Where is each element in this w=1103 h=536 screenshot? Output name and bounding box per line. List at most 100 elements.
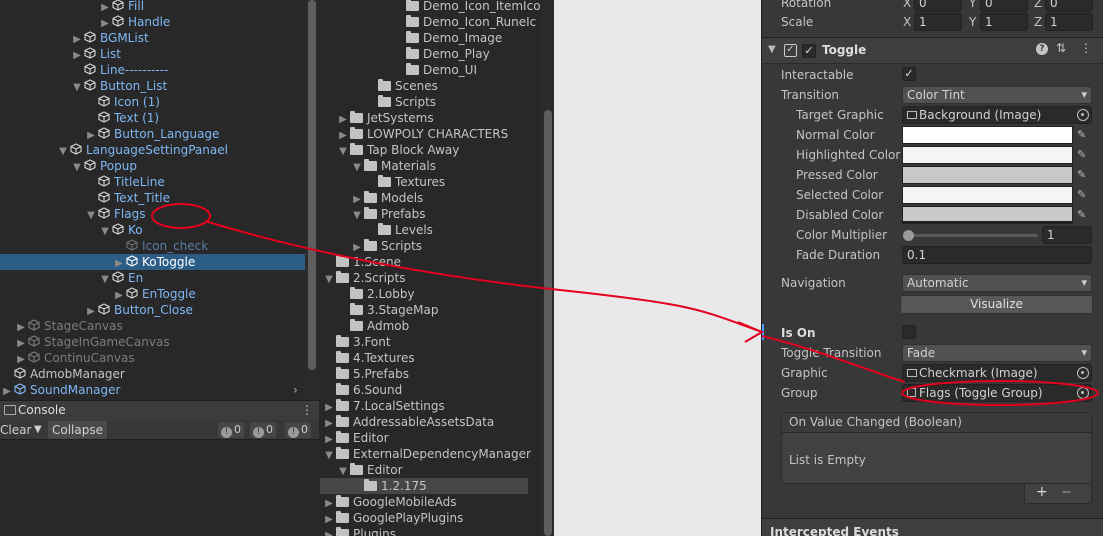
project-folder-item[interactable]: 6.Sound (320, 382, 402, 398)
selected-color-swatch[interactable] (902, 186, 1073, 204)
project-folder-item[interactable]: ▶ Scripts (320, 238, 422, 254)
prefab-open-chevron-icon[interactable]: › (293, 382, 298, 398)
object-picker-icon[interactable] (1077, 387, 1089, 399)
normal-color-swatch[interactable] (902, 126, 1073, 144)
hierarchy-item[interactable]: ▶ List (0, 46, 121, 62)
rotation-x-field[interactable]: 0 (914, 0, 962, 12)
project-folder-item[interactable]: ▶ GooglePlayPlugins (320, 510, 463, 526)
project-folder-item[interactable]: 2.Lobby (320, 286, 415, 302)
hierarchy-item[interactable]: ▶ SoundManager › (0, 382, 298, 398)
preset-icon[interactable]: ⇅ (1056, 41, 1066, 55)
group-field[interactable]: Flags (Toggle Group) (902, 384, 1092, 402)
project-folder-item[interactable]: Admob (320, 318, 409, 334)
color-multiplier-slider-handle[interactable] (903, 230, 914, 241)
highlighted-color-swatch[interactable] (902, 146, 1073, 164)
hierarchy-item[interactable]: ▼ LanguageSettingPanael (0, 142, 228, 158)
project-folder-item[interactable]: ▼ 2.Scripts (320, 270, 406, 286)
hierarchy-item[interactable]: ▶ StageCanvas (0, 318, 123, 334)
hierarchy-item[interactable]: ▶ Button_Language (0, 126, 219, 142)
hierarchy-item[interactable]: Icon (1) (0, 94, 160, 110)
hierarchy-item[interactable]: ▶ Button_Close (0, 302, 193, 318)
rotation-z-field[interactable]: 0 (1045, 0, 1093, 12)
eyedropper-icon[interactable]: ✎ (1077, 148, 1091, 162)
toggle-transition-dropdown[interactable]: Fade (902, 344, 1092, 362)
project-folder-item[interactable]: Scripts (320, 94, 436, 110)
project-folder-item[interactable]: ▼ Tap Block Away (320, 142, 459, 158)
clear-button[interactable]: Clear (0, 421, 31, 439)
navigation-dropdown[interactable]: Automatic (902, 274, 1092, 292)
rotation-y-field[interactable]: 0 (980, 0, 1028, 12)
disabled-color-swatch[interactable] (902, 206, 1073, 224)
hierarchy-item[interactable]: Text_Title (0, 190, 170, 206)
fade-duration-field[interactable]: 0.1 (902, 246, 1092, 264)
project-folder-item[interactable]: 5.Prefabs (320, 366, 409, 382)
intercepted-events-header[interactable]: Intercepted Events (762, 519, 1103, 536)
collapse-arrow-icon[interactable]: ▶ (0, 384, 14, 398)
eyedropper-icon[interactable]: ✎ (1077, 168, 1091, 182)
hierarchy-item[interactable]: ▶ StageInGameCanvas (0, 334, 169, 350)
console-menu-icon[interactable]: ⋮ (301, 403, 313, 417)
project-folder-item[interactable]: 1.Scene (320, 254, 401, 270)
clear-options-dropdown-icon[interactable]: ▼ (34, 421, 42, 439)
hierarchy-item[interactable]: Text (1) (0, 110, 159, 126)
menu-icon[interactable]: ⋮ (1080, 41, 1092, 55)
log-count-badge[interactable]: ! 0 (218, 422, 244, 438)
component-enabled-checkbox[interactable]: ✓ (802, 44, 816, 58)
project-folder-item[interactable]: Demo_Icon_RuneIc (320, 14, 536, 30)
hierarchy-item[interactable]: TitleLine (0, 174, 165, 190)
hierarchy-scrollbar[interactable] (305, 0, 319, 398)
object-picker-icon[interactable] (1077, 367, 1089, 379)
project-folder-item[interactable]: ▶ GoogleMobileAds (320, 494, 457, 510)
foldout-arrow-icon[interactable]: ▼ (768, 44, 776, 55)
error-count-badge[interactable]: ! 0 (285, 422, 311, 438)
hierarchy-item[interactable]: ▶ Handle (0, 14, 170, 30)
project-folder-item[interactable]: ▶ Editor (320, 430, 389, 446)
graphic-field[interactable]: Checkmark (Image) (902, 364, 1092, 382)
color-multiplier-field[interactable]: 1 (1042, 226, 1092, 244)
hierarchy-item[interactable]: ▶ BGMList (0, 30, 149, 46)
target-graphic-field[interactable]: Background (Image) (902, 106, 1092, 124)
eyedropper-icon[interactable]: ✎ (1077, 188, 1091, 202)
eyedropper-icon[interactable]: ✎ (1077, 128, 1091, 142)
project-folder-item[interactable]: Levels (320, 222, 433, 238)
hierarchy-item[interactable]: ▼ Flags (0, 206, 145, 222)
project-folder-item[interactable]: ▼ Materials (320, 158, 436, 174)
hierarchy-item[interactable]: ▼ En (0, 270, 143, 286)
project-folder-item[interactable]: Demo_Icon_ItemIco (320, 0, 541, 14)
transition-dropdown[interactable]: Color Tint (902, 86, 1092, 104)
project-folder-item[interactable]: ▶ Models (320, 190, 423, 206)
project-folder-item[interactable]: ▶ JetSystems (320, 110, 434, 126)
remove-event-button[interactable]: − (1061, 485, 1072, 500)
hierarchy-item[interactable]: ▶ KoToggle (0, 254, 305, 270)
project-folder-item[interactable]: 1.2.175 (320, 478, 528, 494)
toggle-component-header[interactable]: ▼ ✓ ✓ Toggle ? ⇅ ⋮ (762, 38, 1103, 64)
visualize-button[interactable]: Visualize (900, 295, 1093, 314)
project-folder-item[interactable]: ▼ Prefabs (320, 206, 426, 222)
hierarchy-item[interactable]: AdmobManager (0, 366, 125, 382)
hierarchy-item[interactable]: Line---------- (0, 62, 168, 78)
hierarchy-item[interactable]: ▶ Fill (0, 0, 144, 14)
project-folder-item[interactable]: Demo_Play (320, 46, 490, 62)
project-folder-item[interactable]: Demo_UI (320, 62, 477, 78)
hierarchy-item[interactable]: ▶ EnToggle (0, 286, 196, 302)
project-folder-item[interactable]: Textures (320, 174, 445, 190)
eyedropper-icon[interactable]: ✎ (1077, 208, 1091, 222)
hierarchy-scroll-thumb[interactable] (308, 0, 316, 370)
project-folder-item[interactable]: ▶ LOWPOLY CHARACTERS (320, 126, 508, 142)
warning-count-badge[interactable]: ! 0 (250, 422, 276, 438)
project-scrollbar[interactable] (542, 0, 554, 536)
project-folder-item[interactable]: 3.Font (320, 334, 391, 350)
project-folder-item[interactable]: ▼ Editor (320, 462, 403, 478)
help-icon[interactable]: ? (1036, 43, 1048, 55)
console-tab[interactable]: Console (18, 403, 66, 417)
is-on-checkbox[interactable] (902, 325, 916, 339)
project-folder-item[interactable]: ▼ ExternalDependencyManager (320, 446, 531, 462)
interactable-checkbox[interactable]: ✓ (902, 67, 916, 81)
pressed-color-swatch[interactable] (902, 166, 1073, 184)
hierarchy-item[interactable]: ▼ Popup (0, 158, 137, 174)
scale-y-field[interactable]: 1 (980, 13, 1028, 31)
color-multiplier-slider-track[interactable] (908, 234, 1038, 237)
collapse-button[interactable]: Collapse (48, 421, 107, 439)
hierarchy-item[interactable]: ▼ Button_List (0, 78, 167, 94)
scale-x-field[interactable]: 1 (914, 13, 962, 31)
